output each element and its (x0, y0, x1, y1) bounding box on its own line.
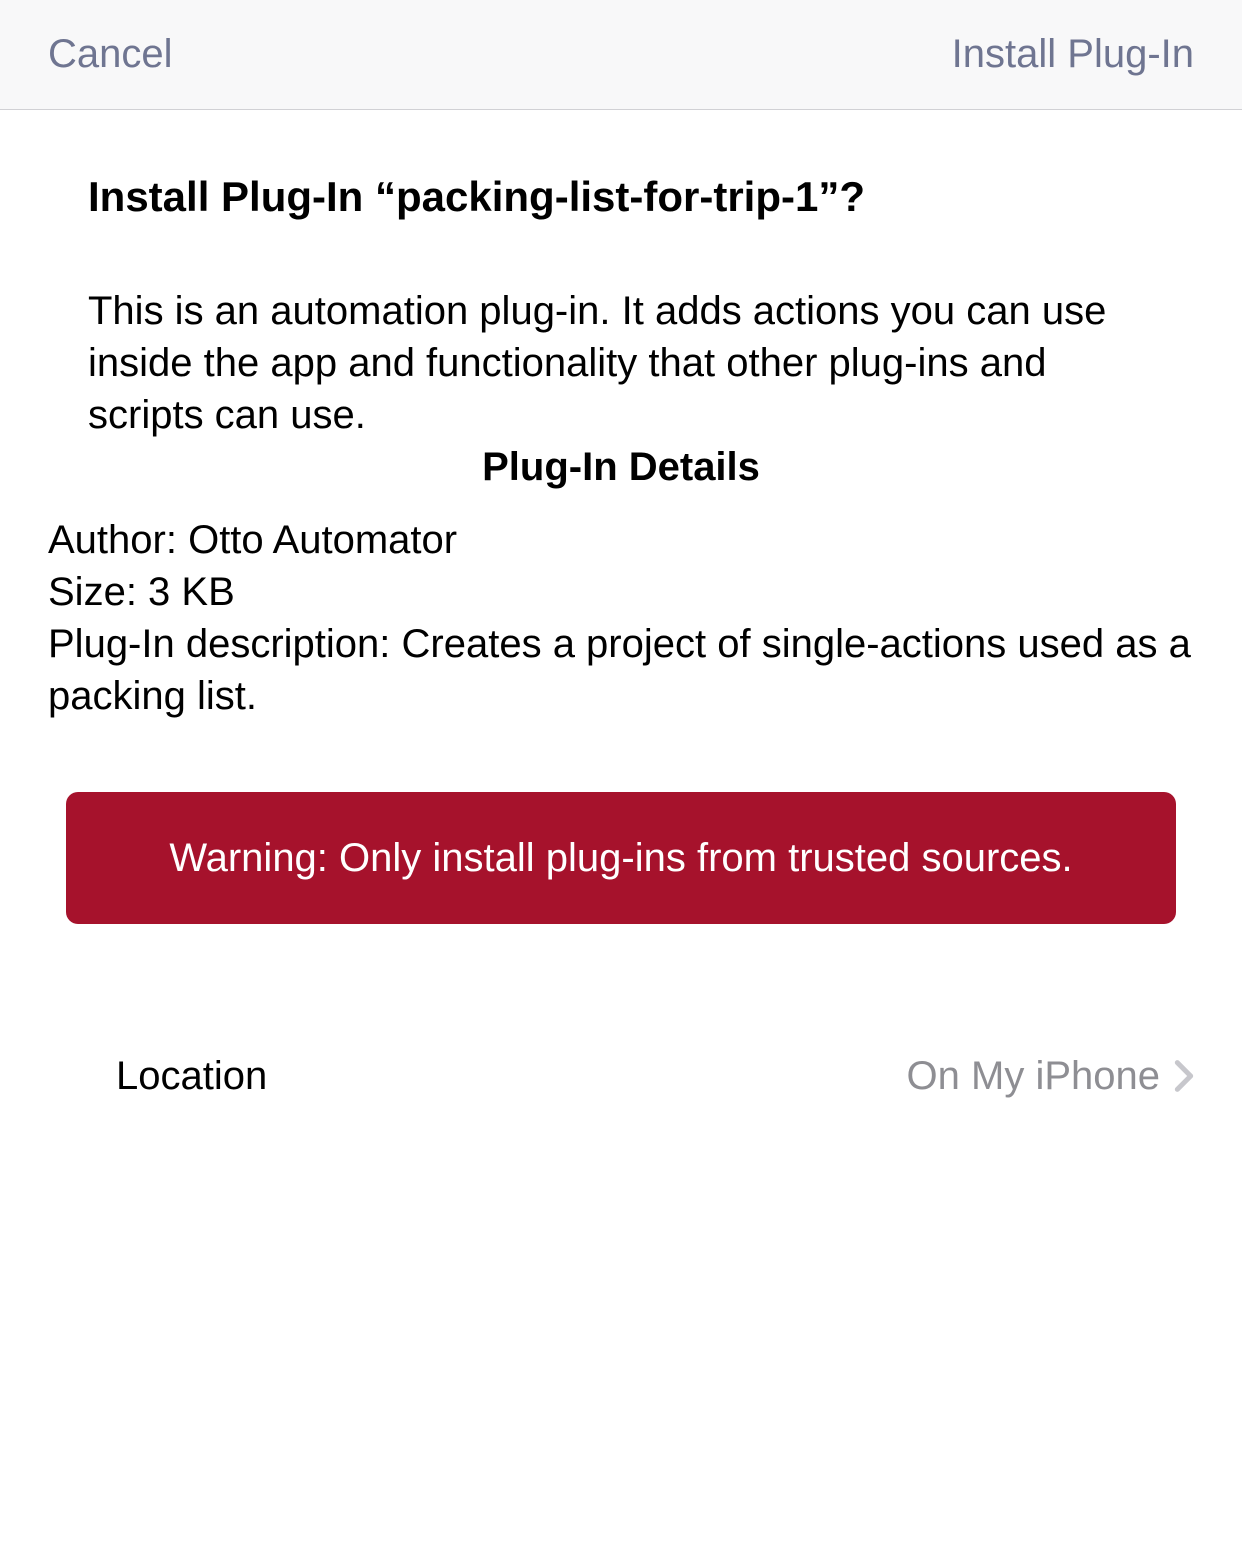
details-section-title: Plug-In Details (0, 445, 1242, 490)
header-bar: Cancel Install Plug-In (0, 0, 1242, 110)
location-label: Location (116, 1054, 267, 1099)
author-row: Author: Otto Automator (48, 514, 1194, 566)
location-value: On My iPhone (907, 1054, 1160, 1099)
size-row: Size: 3 KB (48, 566, 1194, 618)
location-row[interactable]: Location On My iPhone (0, 1054, 1242, 1099)
plugin-details: Author: Otto Automator Size: 3 KB Plug-I… (0, 514, 1242, 722)
size-label: Size: (48, 570, 148, 614)
content-area: Install Plug-In “packing-list-for-trip-1… (0, 110, 1242, 1099)
size-value: 3 KB (148, 570, 235, 614)
location-value-wrap: On My iPhone (907, 1054, 1194, 1099)
page-title: Install Plug-In “packing-list-for-trip-1… (0, 170, 1242, 225)
warning-banner: Warning: Only install plug-ins from trus… (66, 792, 1176, 924)
cancel-button[interactable]: Cancel (48, 32, 173, 77)
install-button[interactable]: Install Plug-In (952, 32, 1194, 77)
description-row: Plug-In description: Creates a project o… (48, 618, 1194, 722)
plugin-description-text: This is an automation plug-in. It adds a… (0, 285, 1242, 441)
author-label: Author: (48, 518, 188, 562)
chevron-right-icon (1174, 1059, 1194, 1093)
author-value: Otto Automator (188, 518, 457, 562)
description-label: Plug-In description: (48, 622, 402, 666)
